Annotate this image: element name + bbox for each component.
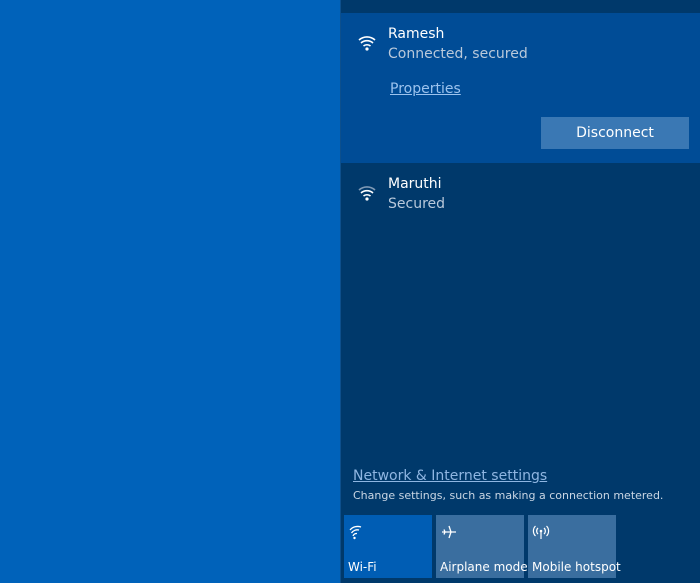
hotspot-icon <box>532 523 550 541</box>
wifi-signal-icon <box>356 31 378 53</box>
wifi-tile-label: Wi-Fi <box>348 560 377 574</box>
network-name: Maruthi <box>388 176 442 192</box>
network-flyout: Ramesh Connected, secured Properties Dis… <box>340 0 700 583</box>
settings-description: Change settings, such as making a connec… <box>353 489 664 502</box>
network-row: Ramesh Connected, secured <box>341 25 700 75</box>
network-status: Secured <box>388 196 446 212</box>
network-item-maruthi[interactable]: Maruthi Secured <box>341 175 700 225</box>
network-name: Ramesh <box>388 26 445 42</box>
wifi-signal-icon <box>356 181 378 203</box>
properties-link[interactable]: Properties <box>390 81 461 97</box>
disconnect-button[interactable]: Disconnect <box>541 117 689 149</box>
network-internet-settings-link[interactable]: Network & Internet settings <box>353 468 547 484</box>
airplane-mode-tile[interactable]: Airplane mode <box>436 515 528 578</box>
wifi-toggle-tile[interactable]: Wi-Fi <box>344 515 432 578</box>
network-status: Connected, secured <box>388 46 528 62</box>
mobile-hotspot-tile[interactable]: Mobile hotspot <box>528 515 621 578</box>
airplane-tile-label: Airplane mode <box>440 560 528 574</box>
network-item-ramesh[interactable]: Ramesh Connected, secured Properties Dis… <box>341 13 700 163</box>
airplane-icon <box>440 523 458 541</box>
wifi-icon <box>348 523 366 541</box>
desktop-background <box>0 0 340 583</box>
hotspot-tile-label: Mobile hotspot <box>532 560 621 574</box>
